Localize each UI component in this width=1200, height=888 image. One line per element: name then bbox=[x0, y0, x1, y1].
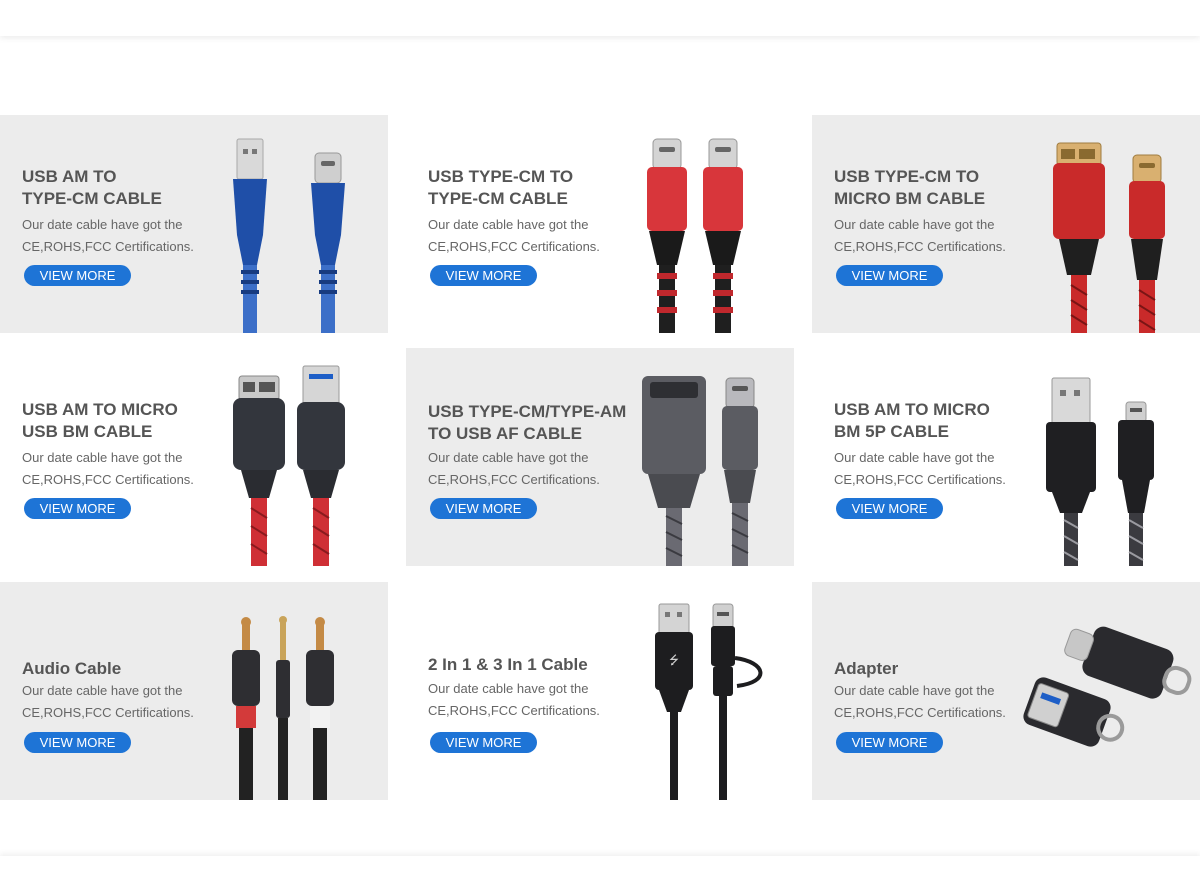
view-more-button[interactable]: VIEW MORE bbox=[836, 265, 943, 286]
product-card-type-c-to-type-c: USB TYPE-CM TO TYPE-CM CABLE Our date cab… bbox=[406, 115, 794, 333]
product-card-usb-am-to-type-cm: USB AM TO TYPE-CM CABLE Our date cable ha… bbox=[0, 115, 388, 333]
view-more-button[interactable]: VIEW MORE bbox=[24, 498, 131, 519]
description-line: CE,ROHS,FCC Certifications. bbox=[22, 239, 194, 254]
description-line: CE,ROHS,FCC Certifications. bbox=[22, 705, 194, 720]
description-line: CE,ROHS,FCC Certifications. bbox=[428, 703, 600, 718]
product-description: Our date cable have got the CE,ROHS,FCC C… bbox=[834, 447, 1034, 491]
description-line: CE,ROHS,FCC Certifications. bbox=[22, 472, 194, 487]
card-text: USB AM TO MICRO USB BM CABLE Our date cab… bbox=[22, 399, 222, 491]
product-title-line: MICRO BM CABLE bbox=[834, 189, 986, 208]
description-line: CE,ROHS,FCC Certifications. bbox=[428, 472, 600, 487]
view-more-button[interactable]: VIEW MORE bbox=[430, 732, 537, 753]
product-title-line: USB AM TO bbox=[22, 167, 117, 186]
description-line: CE,ROHS,FCC Certifications. bbox=[428, 239, 600, 254]
view-more-button[interactable]: VIEW MORE bbox=[430, 265, 537, 286]
description-line: Our date cable have got the bbox=[428, 450, 589, 465]
product-title-line: TO USB AF CABLE bbox=[428, 424, 582, 443]
card-text: USB AM TO MICRO BM 5P CABLE Our date cabl… bbox=[834, 399, 1034, 491]
product-title-line: USB TYPE-CM TO bbox=[834, 167, 980, 186]
view-more-button[interactable]: VIEW MORE bbox=[836, 732, 943, 753]
product-title-line: USB AM TO MICRO bbox=[22, 400, 178, 419]
card-text: USB AM TO TYPE-CM CABLE Our date cable ha… bbox=[22, 166, 222, 258]
view-more-button[interactable]: VIEW MORE bbox=[24, 265, 131, 286]
product-description: Our date cable have got the CE,ROHS,FCC C… bbox=[834, 214, 1034, 258]
top-band bbox=[0, 0, 1200, 36]
card-text: Adapter Our date cable have got the CE,RO… bbox=[834, 658, 1034, 724]
product-card-type-c-to-micro-bm: USB TYPE-CM TO MICRO BM CABLE Our date ca… bbox=[812, 115, 1200, 333]
description-line: Our date cable have got the bbox=[22, 683, 183, 698]
product-title-line: BM 5P CABLE bbox=[834, 422, 949, 441]
card-text: 2 In 1 & 3 In 1 Cable Our date cable hav… bbox=[428, 654, 628, 722]
product-card-2-in-1-3-in-1-cable: 2 In 1 & 3 In 1 Cable Our date cable hav… bbox=[406, 582, 794, 800]
description-line: Our date cable have got the bbox=[22, 217, 183, 232]
product-title: Adapter bbox=[834, 659, 899, 678]
description-line: Our date cable have got the bbox=[834, 450, 995, 465]
product-title: USB AM TO MICRO USB BM CABLE bbox=[22, 399, 222, 443]
product-title: USB AM TO MICRO BM 5P CABLE bbox=[834, 399, 1034, 443]
product-card-type-c-type-a-to-usb-af: USB TYPE-CM/TYPE-AM TO USB AF CABLE Our d… bbox=[406, 348, 794, 566]
view-more-button[interactable]: VIEW MORE bbox=[24, 732, 131, 753]
product-title-line: USB TYPE-CM/TYPE-AM bbox=[428, 402, 627, 421]
card-text: Audio Cable Our date cable have got the C… bbox=[22, 658, 222, 724]
svg-text:⭍: ⭍ bbox=[669, 653, 679, 667]
product-description: Our date cable have got the CE,ROHS,FCC C… bbox=[22, 214, 222, 258]
product-description: Our date cable have got the CE,ROHS,FCC C… bbox=[428, 447, 648, 491]
description-line: Our date cable have got the bbox=[22, 450, 183, 465]
type-c-to-micro-bm-cable-image bbox=[1053, 142, 1165, 333]
product-card-adapter: Adapter Our date cable have got the CE,RO… bbox=[812, 582, 1200, 800]
product-description: Our date cable have got the CE,ROHS,FCC C… bbox=[428, 678, 628, 722]
audio-cable-image bbox=[232, 616, 334, 800]
product-card-usb-am-to-micro-usb-bm: USB AM TO MICRO USB BM CABLE Our date cab… bbox=[0, 348, 388, 566]
product-title: USB TYPE-CM/TYPE-AM TO USB AF CABLE bbox=[428, 401, 648, 445]
product-card-usb-am-to-micro-bm-5p: USB AM TO MICRO BM 5P CABLE Our date cabl… bbox=[812, 348, 1200, 566]
product-title-line: USB AM TO MICRO bbox=[834, 400, 990, 419]
usb-adapter-image bbox=[1023, 626, 1192, 747]
product-card-audio-cable: Audio Cable Our date cable have got the C… bbox=[0, 582, 388, 800]
description-line: Our date cable have got the bbox=[834, 217, 995, 232]
product-title: 2 In 1 & 3 In 1 Cable bbox=[428, 655, 588, 674]
product-description: Our date cable have got the CE,ROHS,FCC C… bbox=[428, 214, 628, 258]
product-title-line: TYPE-CM CABLE bbox=[22, 189, 162, 208]
product-title: USB TYPE-CM TO TYPE-CM CABLE bbox=[428, 166, 628, 210]
view-more-button[interactable]: VIEW MORE bbox=[836, 498, 943, 519]
type-c-to-usb-af-cable-image bbox=[642, 376, 758, 566]
card-text: USB TYPE-CM TO TYPE-CM CABLE Our date cab… bbox=[428, 166, 628, 258]
bottom-band bbox=[0, 856, 1200, 888]
multi-connector-cable-image: ⭍ bbox=[655, 603, 763, 800]
product-title: USB AM TO TYPE-CM CABLE bbox=[22, 166, 222, 210]
view-more-button[interactable]: VIEW MORE bbox=[430, 498, 537, 519]
description-line: Our date cable have got the bbox=[428, 217, 589, 232]
description-line: CE,ROHS,FCC Certifications. bbox=[834, 705, 1006, 720]
product-title-line: USB BM CABLE bbox=[22, 422, 153, 441]
card-text: USB TYPE-CM/TYPE-AM TO USB AF CABLE Our d… bbox=[428, 401, 648, 491]
usb-am-to-micro-bm-5p-cable-image bbox=[1046, 377, 1154, 566]
card-text: USB TYPE-CM TO MICRO BM CABLE Our date ca… bbox=[834, 166, 1034, 258]
description-line: Our date cable have got the bbox=[834, 683, 995, 698]
product-description: Our date cable have got the CE,ROHS,FCC C… bbox=[22, 447, 222, 491]
product-title-line: TYPE-CM CABLE bbox=[428, 189, 568, 208]
description-line: CE,ROHS,FCC Certifications. bbox=[834, 239, 1006, 254]
type-c-to-type-c-cable-image bbox=[647, 138, 743, 333]
product-title: USB TYPE-CM TO MICRO BM CABLE bbox=[834, 166, 1034, 210]
product-description: Our date cable have got the CE,ROHS,FCC C… bbox=[22, 680, 222, 724]
product-description: Our date cable have got the CE,ROHS,FCC C… bbox=[834, 680, 1034, 724]
product-title: Audio Cable bbox=[22, 659, 122, 678]
description-line: CE,ROHS,FCC Certifications. bbox=[834, 472, 1006, 487]
usb-am-to-type-c-cable-image bbox=[233, 138, 345, 333]
usb-am-to-micro-bm-cable-image bbox=[233, 365, 345, 566]
product-title-line: USB TYPE-CM TO bbox=[428, 167, 574, 186]
description-line: Our date cable have got the bbox=[428, 681, 589, 696]
